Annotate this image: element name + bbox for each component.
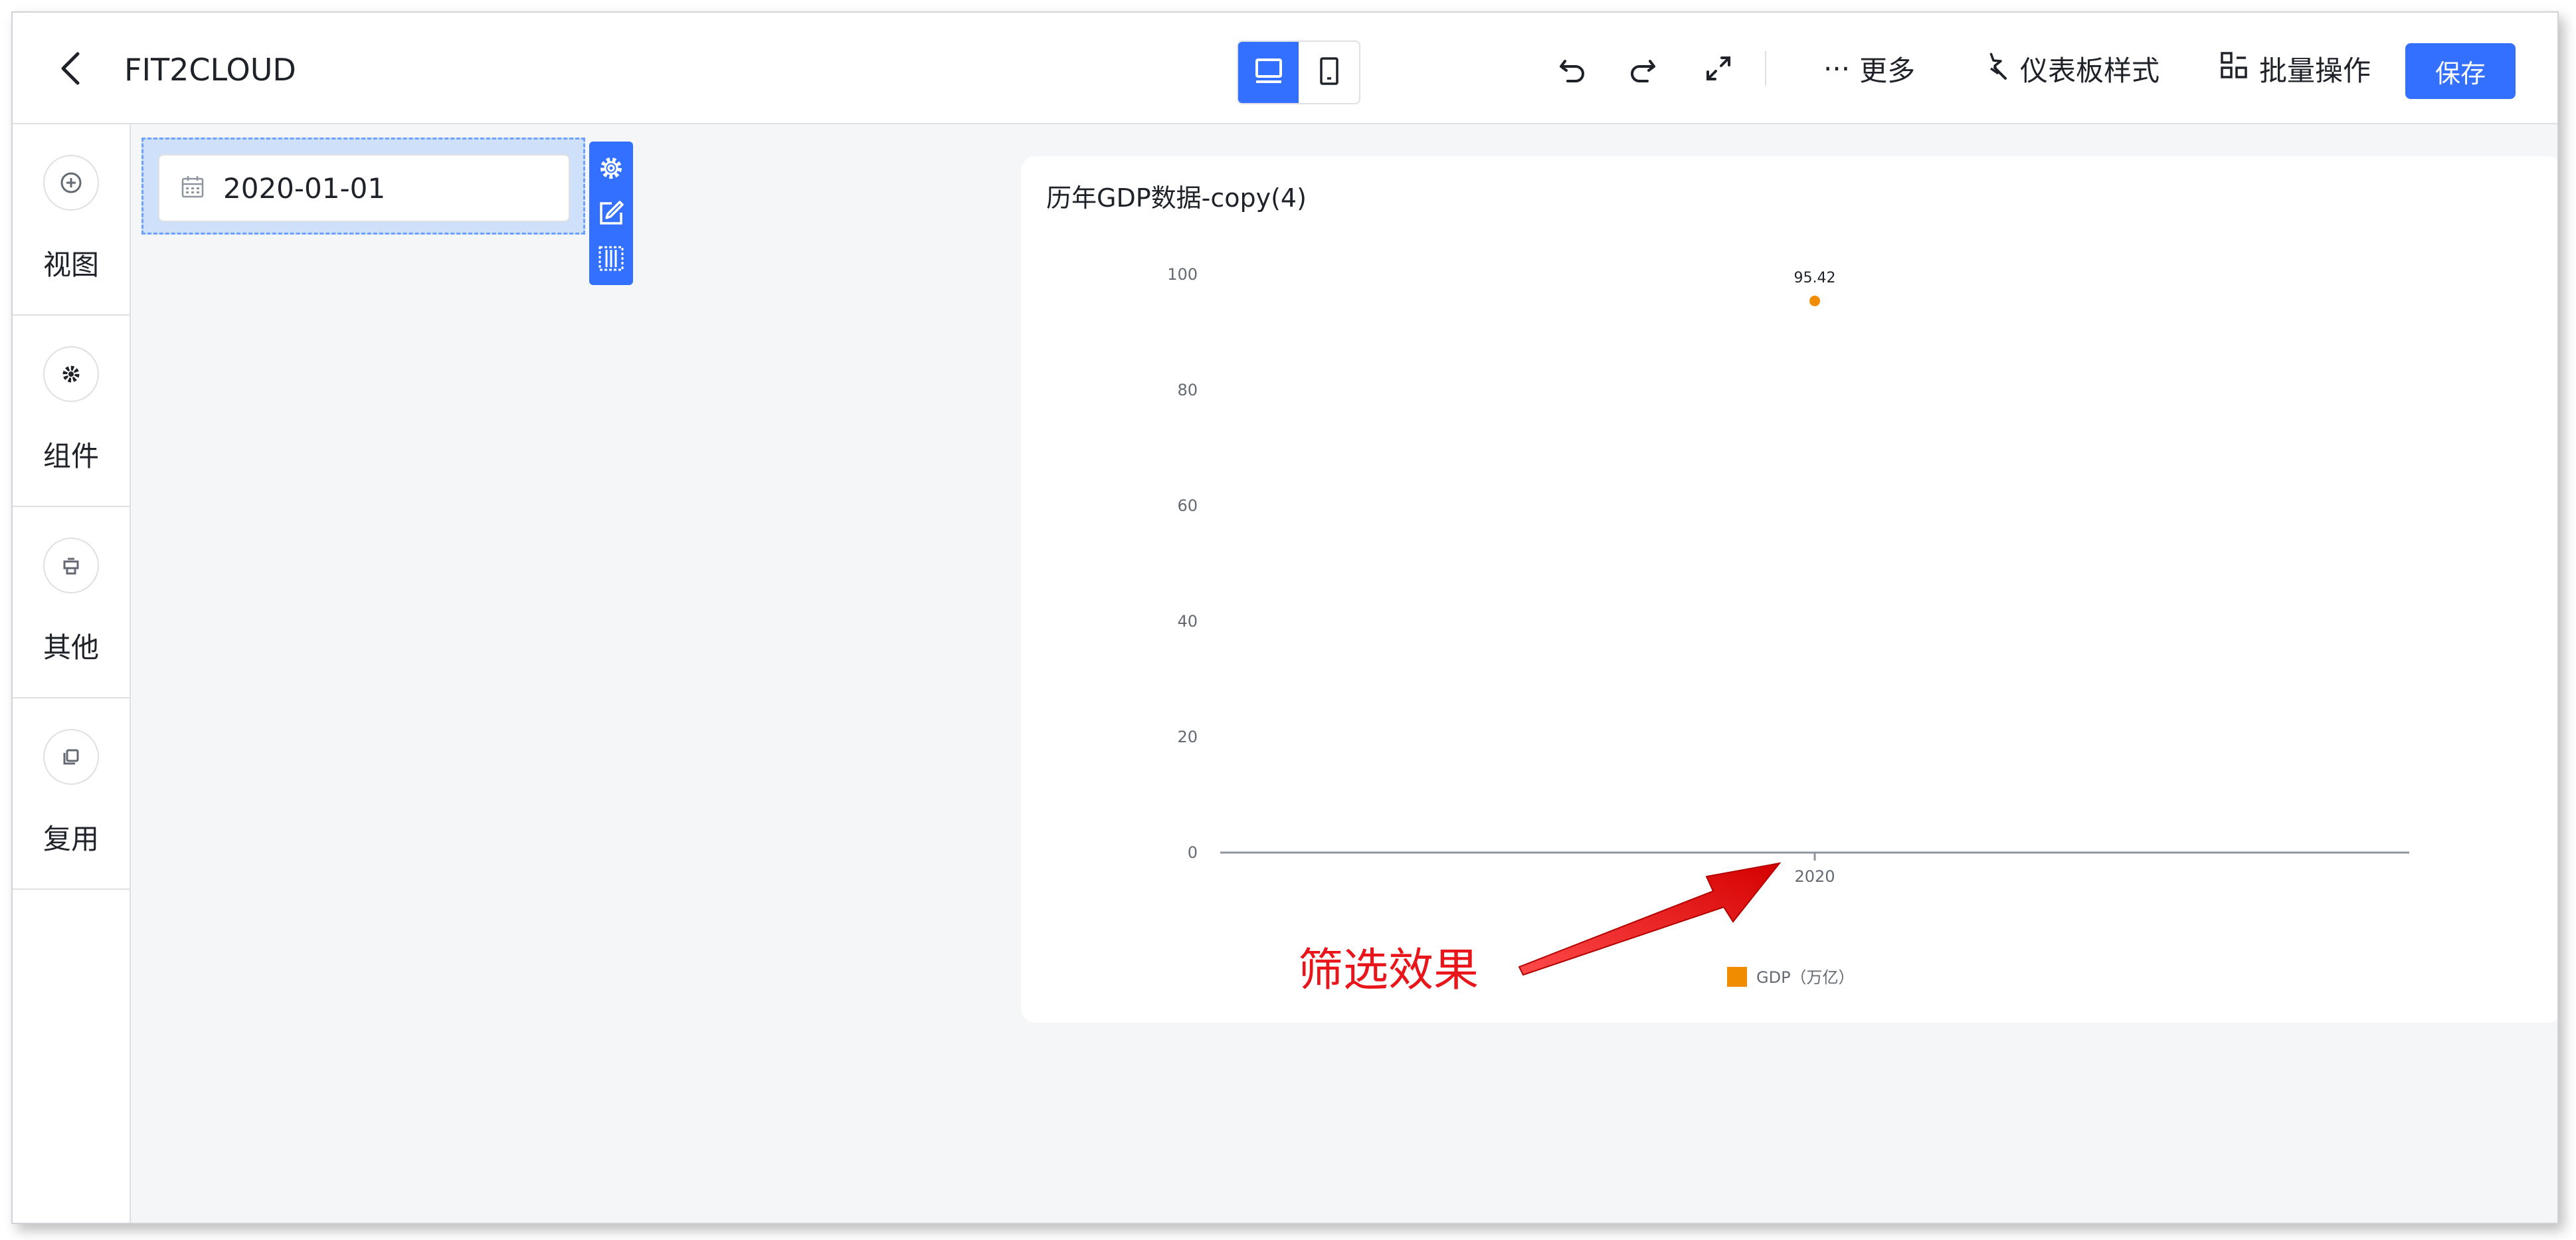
date-input[interactable]	[223, 171, 515, 205]
gear-icon	[43, 346, 99, 402]
mobile-icon	[1316, 56, 1342, 89]
plus-circle-icon	[43, 155, 99, 211]
x-tick-label: 2020	[1794, 867, 1835, 886]
calendar-icon	[179, 173, 206, 203]
redo-icon[interactable]	[1623, 49, 1663, 88]
app-window: FIT2CLOUD ··· 更多 仪表板样式 批量操作 保存 视图 组件 其他 …	[11, 11, 2559, 1224]
back-arrow-icon[interactable]	[52, 49, 92, 88]
y-tick-label: 20	[1177, 728, 1198, 746]
toolbar-divider	[1765, 51, 1766, 86]
other-icon	[43, 538, 99, 593]
batch-operation-label: 批量操作	[2259, 54, 2371, 87]
undo-icon[interactable]	[1552, 49, 1592, 88]
annotation-arrow-icon	[1518, 862, 1782, 976]
dashboard-style-label: 仪表板样式	[2020, 54, 2160, 87]
sidebar-item-label: 复用	[43, 823, 99, 855]
y-tick-label: 100	[1167, 265, 1198, 284]
sidebar-item-components[interactable]: 组件	[13, 316, 130, 507]
mobile-mode-button[interactable]	[1299, 42, 1359, 103]
save-button[interactable]: 保存	[2405, 43, 2516, 99]
drag-handle-icon[interactable]	[595, 242, 628, 275]
edit-icon[interactable]	[595, 197, 628, 230]
sidebar-item-reuse[interactable]: 复用	[13, 698, 130, 890]
copy-icon	[43, 729, 99, 785]
desktop-icon	[1253, 56, 1284, 89]
date-picker[interactable]	[158, 154, 570, 222]
more-button[interactable]: ··· 更多	[1823, 49, 1915, 88]
grid-icon	[2218, 49, 2250, 88]
sidebar-item-other[interactable]: 其他	[13, 507, 130, 698]
left-sidebar: 视图 组件 其他 复用	[13, 124, 131, 1223]
annotation-label: 筛选效果	[1298, 944, 1479, 997]
data-label: 95.42	[1794, 270, 1836, 286]
ellipsis-icon: ···	[1823, 52, 1851, 85]
dashboard-style-button[interactable]: 仪表板样式	[1979, 49, 2160, 88]
app-title: FIT2CLOUD	[124, 52, 296, 88]
desktop-mode-button[interactable]	[1238, 42, 1299, 103]
y-tick-label: 40	[1177, 612, 1198, 631]
sidebar-item-views[interactable]: 视图	[13, 124, 130, 316]
top-bar: FIT2CLOUD ··· 更多 仪表板样式 批量操作 保存	[13, 13, 2557, 124]
y-tick-label: 60	[1177, 496, 1198, 515]
y-tick-label: 80	[1177, 381, 1198, 399]
date-filter-component[interactable]	[141, 138, 585, 235]
batch-operation-button[interactable]: 批量操作	[2218, 49, 2371, 88]
more-label: 更多	[1859, 54, 1916, 87]
magic-wand-icon	[1979, 49, 2011, 88]
sidebar-item-label: 组件	[43, 440, 99, 472]
sidebar-item-label: 视图	[43, 249, 99, 281]
sidebar-item-label: 其他	[43, 631, 99, 664]
dashboard-canvas: 历年GDP数据-copy(4) 020406080100202095.42GDP…	[131, 124, 2557, 1223]
fullscreen-icon[interactable]	[1699, 49, 1738, 88]
data-point	[1809, 295, 1820, 306]
settings-gear-icon[interactable]	[595, 152, 628, 185]
y-tick-label: 0	[1188, 843, 1198, 862]
device-mode-toggle	[1237, 41, 1360, 104]
component-toolbar	[589, 142, 633, 285]
